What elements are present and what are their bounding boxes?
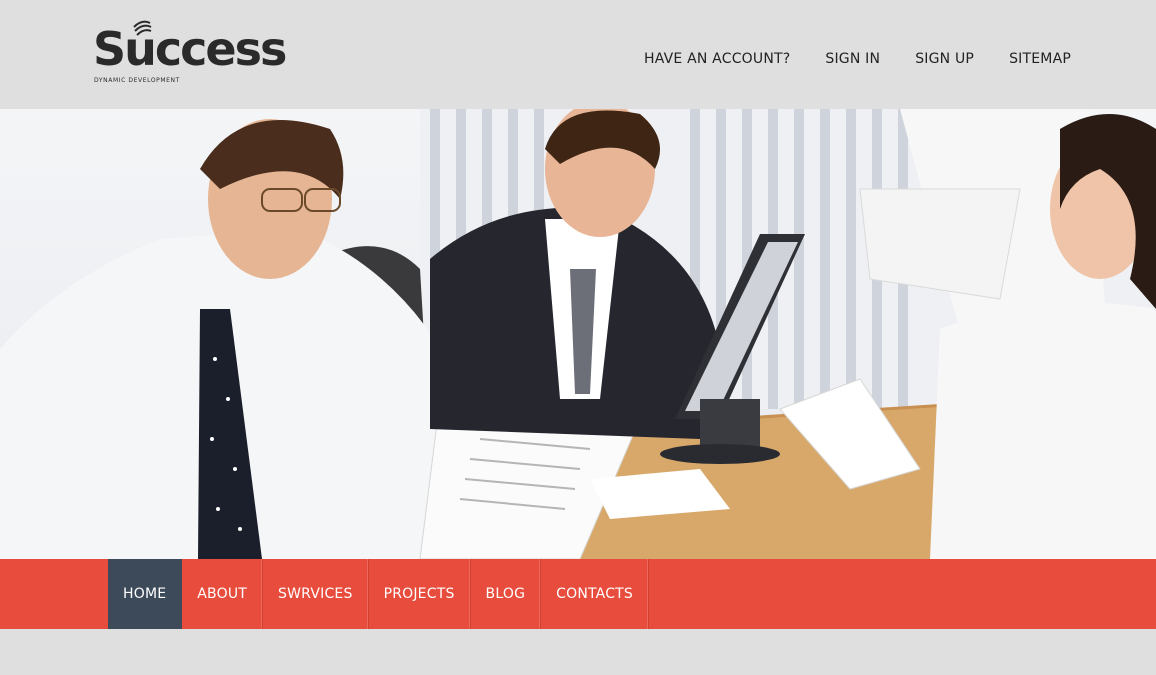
main-menu-bar: HOME ABOUT SWRVICES PROJECTS BLOG CONTAC… xyxy=(0,559,1156,629)
sitemap-link[interactable]: SITEMAP xyxy=(1009,51,1071,67)
menu-item-contacts[interactable]: CONTACTS xyxy=(541,559,650,629)
hero-image xyxy=(0,109,1156,559)
menu-item-projects[interactable]: PROJECTS xyxy=(369,559,471,629)
content-area xyxy=(0,629,1156,675)
menu-item-blog[interactable]: BLOG xyxy=(471,559,542,629)
menu-item-services[interactable]: SWRVICES xyxy=(263,559,369,629)
menu-item-home[interactable]: HOME xyxy=(108,559,183,629)
logo[interactable]: Success DYNAMIC DEVELOPMENT xyxy=(93,18,303,88)
man-with-glasses xyxy=(0,119,480,559)
menu-item-about[interactable]: ABOUT xyxy=(182,559,264,629)
have-account-link[interactable]: HAVE AN ACCOUNT? xyxy=(644,51,790,67)
top-navigation: HAVE AN ACCOUNT? SIGN IN SIGN UP SITEMAP xyxy=(644,51,1106,67)
site-header: Success DYNAMIC DEVELOPMENT HAVE AN ACCO… xyxy=(0,0,1156,109)
logo-wordmark: Success xyxy=(93,22,287,76)
sign-in-link[interactable]: SIGN IN xyxy=(825,51,880,67)
sign-up-link[interactable]: SIGN UP xyxy=(915,51,974,67)
hero-office-meeting-illustration xyxy=(0,109,1156,559)
logo-tagline: DYNAMIC DEVELOPMENT xyxy=(94,77,180,84)
main-menu: HOME ABOUT SWRVICES PROJECTS BLOG CONTAC… xyxy=(108,559,650,629)
